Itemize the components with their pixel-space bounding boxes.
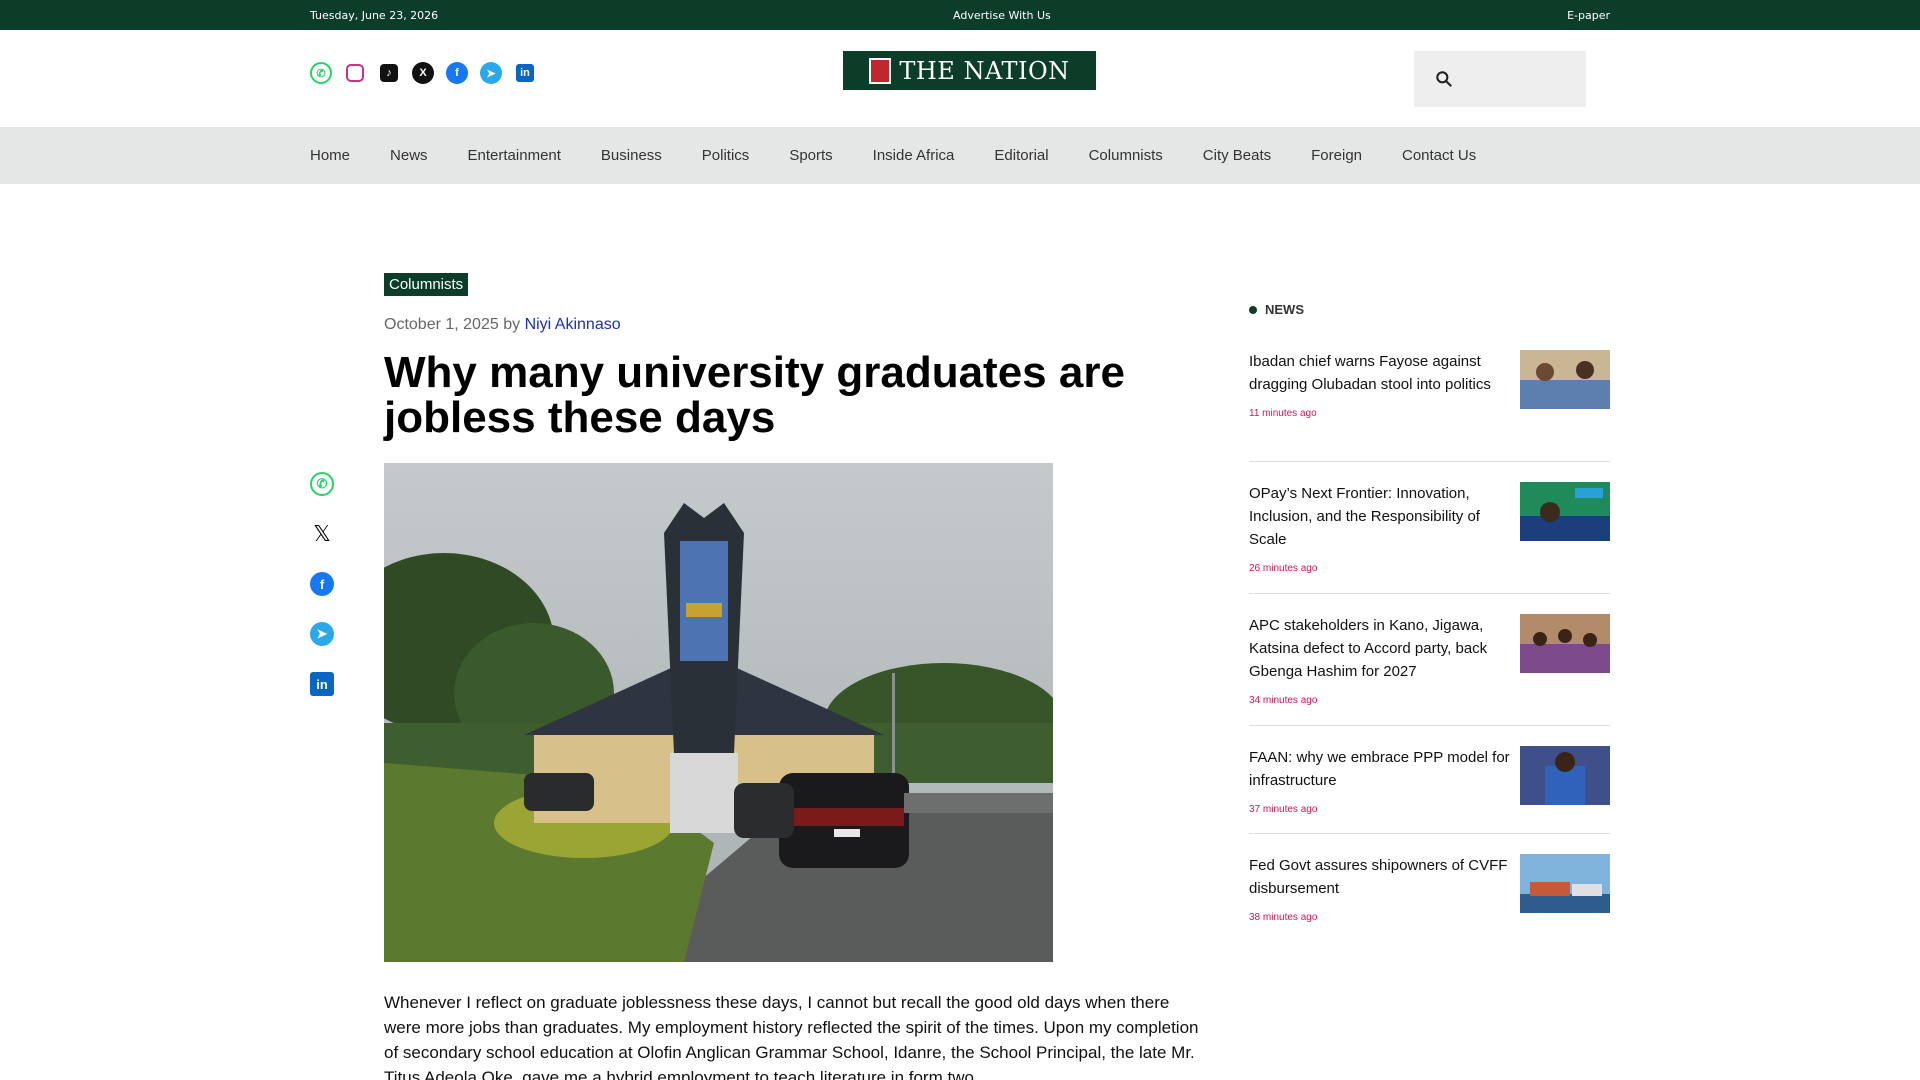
search-input[interactable] [1462, 63, 1572, 95]
main-nav: Home News Entertainment Business Politic… [0, 127, 1920, 184]
current-date: Tuesday, June 23, 2026 [310, 9, 439, 22]
news-title[interactable]: Fed Govt assures shipowners of CVFF disb… [1249, 854, 1519, 900]
news-time: 26 minutes ago [1249, 563, 1318, 574]
epaper-link[interactable]: E-paper [1567, 9, 1610, 22]
tiktok-icon[interactable]: ♪ [380, 64, 398, 82]
x-icon[interactable]: X [412, 62, 434, 84]
search-box[interactable] [1414, 51, 1586, 107]
news-time: 34 minutes ago [1249, 695, 1318, 706]
whatsapp-icon[interactable]: ✆ [310, 62, 332, 84]
news-time: 11 minutes ago [1249, 408, 1317, 419]
telegram-icon[interactable]: ➤ [480, 62, 502, 84]
byline-by: by [503, 316, 521, 333]
nav-item-city-beats[interactable]: City Beats [1203, 147, 1271, 164]
nav-item-sports[interactable]: Sports [789, 147, 832, 164]
sidebar-heading: NEWS [1249, 302, 1304, 317]
news-thumbnail[interactable] [1520, 482, 1610, 541]
news-time: 37 minutes ago [1249, 804, 1318, 815]
news-thumbnail[interactable] [1520, 746, 1610, 805]
list-item[interactable]: FAAN: why we embrace PPP model for infra… [1249, 726, 1610, 834]
share-facebook-icon[interactable]: f [310, 572, 334, 596]
share-whatsapp-icon[interactable]: ✆ [310, 472, 334, 496]
nav-item-columnists[interactable]: Columnists [1089, 147, 1163, 164]
site-logo[interactable]: THE NATION [843, 51, 1096, 90]
sidebar-heading-label: NEWS [1265, 302, 1304, 317]
author-link[interactable]: Niyi Akinnaso [525, 316, 621, 333]
news-title[interactable]: OPay’s Next Frontier: Innovation, Inclus… [1249, 482, 1519, 551]
list-item[interactable]: OPay’s Next Frontier: Innovation, Inclus… [1249, 462, 1610, 594]
news-time: 38 minutes ago [1249, 912, 1318, 923]
article-headline: Why many university graduates are jobles… [384, 348, 1125, 442]
site-header: ✆ ♪ X f ➤ in THE NATION [0, 30, 1920, 126]
nav-item-politics[interactable]: Politics [702, 147, 750, 164]
instagram-icon[interactable] [346, 64, 364, 82]
share-bar: ✆ 𝕏 f ➤ in [310, 472, 334, 696]
article-body: Whenever I reflect on graduate joblessne… [384, 993, 1199, 1080]
sidebar-news-list: Ibadan chief warns Fayose against draggi… [1249, 350, 1610, 924]
bullet-icon [1249, 305, 1257, 314]
news-thumbnail[interactable] [1520, 854, 1610, 913]
nav-item-editorial[interactable]: Editorial [994, 147, 1048, 164]
share-telegram-icon[interactable]: ➤ [310, 622, 334, 646]
list-item[interactable]: Fed Govt assures shipowners of CVFF disb… [1249, 834, 1610, 924]
nav-item-business[interactable]: Business [601, 147, 662, 164]
nav-item-inside-africa[interactable]: Inside Africa [873, 147, 955, 164]
logo-mark-icon [869, 57, 892, 84]
search-icon[interactable] [1434, 69, 1454, 89]
news-thumbnail[interactable] [1520, 614, 1610, 673]
news-title[interactable]: Ibadan chief warns Fayose against draggi… [1249, 350, 1519, 396]
share-x-icon[interactable]: 𝕏 [310, 521, 334, 546]
news-thumbnail[interactable] [1520, 350, 1610, 409]
publish-date: October 1, 2025 [384, 316, 499, 333]
social-links: ✆ ♪ X f ➤ in [310, 62, 536, 84]
nav-item-entertainment[interactable]: Entertainment [468, 147, 561, 164]
nav-item-contact-us[interactable]: Contact Us [1402, 147, 1476, 164]
logo-text: THE NATION [899, 56, 1070, 85]
list-item[interactable]: Ibadan chief warns Fayose against draggi… [1249, 350, 1610, 462]
list-item[interactable]: APC stakeholders in Kano, Jigawa, Katsin… [1249, 594, 1610, 726]
news-title[interactable]: APC stakeholders in Kano, Jigawa, Katsin… [1249, 614, 1519, 683]
category-badge[interactable]: Columnists [384, 273, 469, 296]
linkedin-icon[interactable]: in [516, 64, 534, 82]
byline: October 1, 2025 by Niyi Akinnaso [384, 316, 621, 334]
top-bar: Tuesday, June 23, 2026 Advertise With Us… [0, 0, 1920, 30]
share-linkedin-icon[interactable]: in [310, 672, 334, 696]
nav-item-news[interactable]: News [390, 147, 428, 164]
advertise-link[interactable]: Advertise With Us [953, 9, 1051, 22]
nav-item-home[interactable]: Home [310, 147, 350, 164]
nav-item-foreign[interactable]: Foreign [1311, 147, 1362, 164]
news-title[interactable]: FAAN: why we embrace PPP model for infra… [1249, 746, 1519, 792]
facebook-icon[interactable]: f [446, 62, 468, 84]
article-hero-image [384, 463, 1053, 962]
